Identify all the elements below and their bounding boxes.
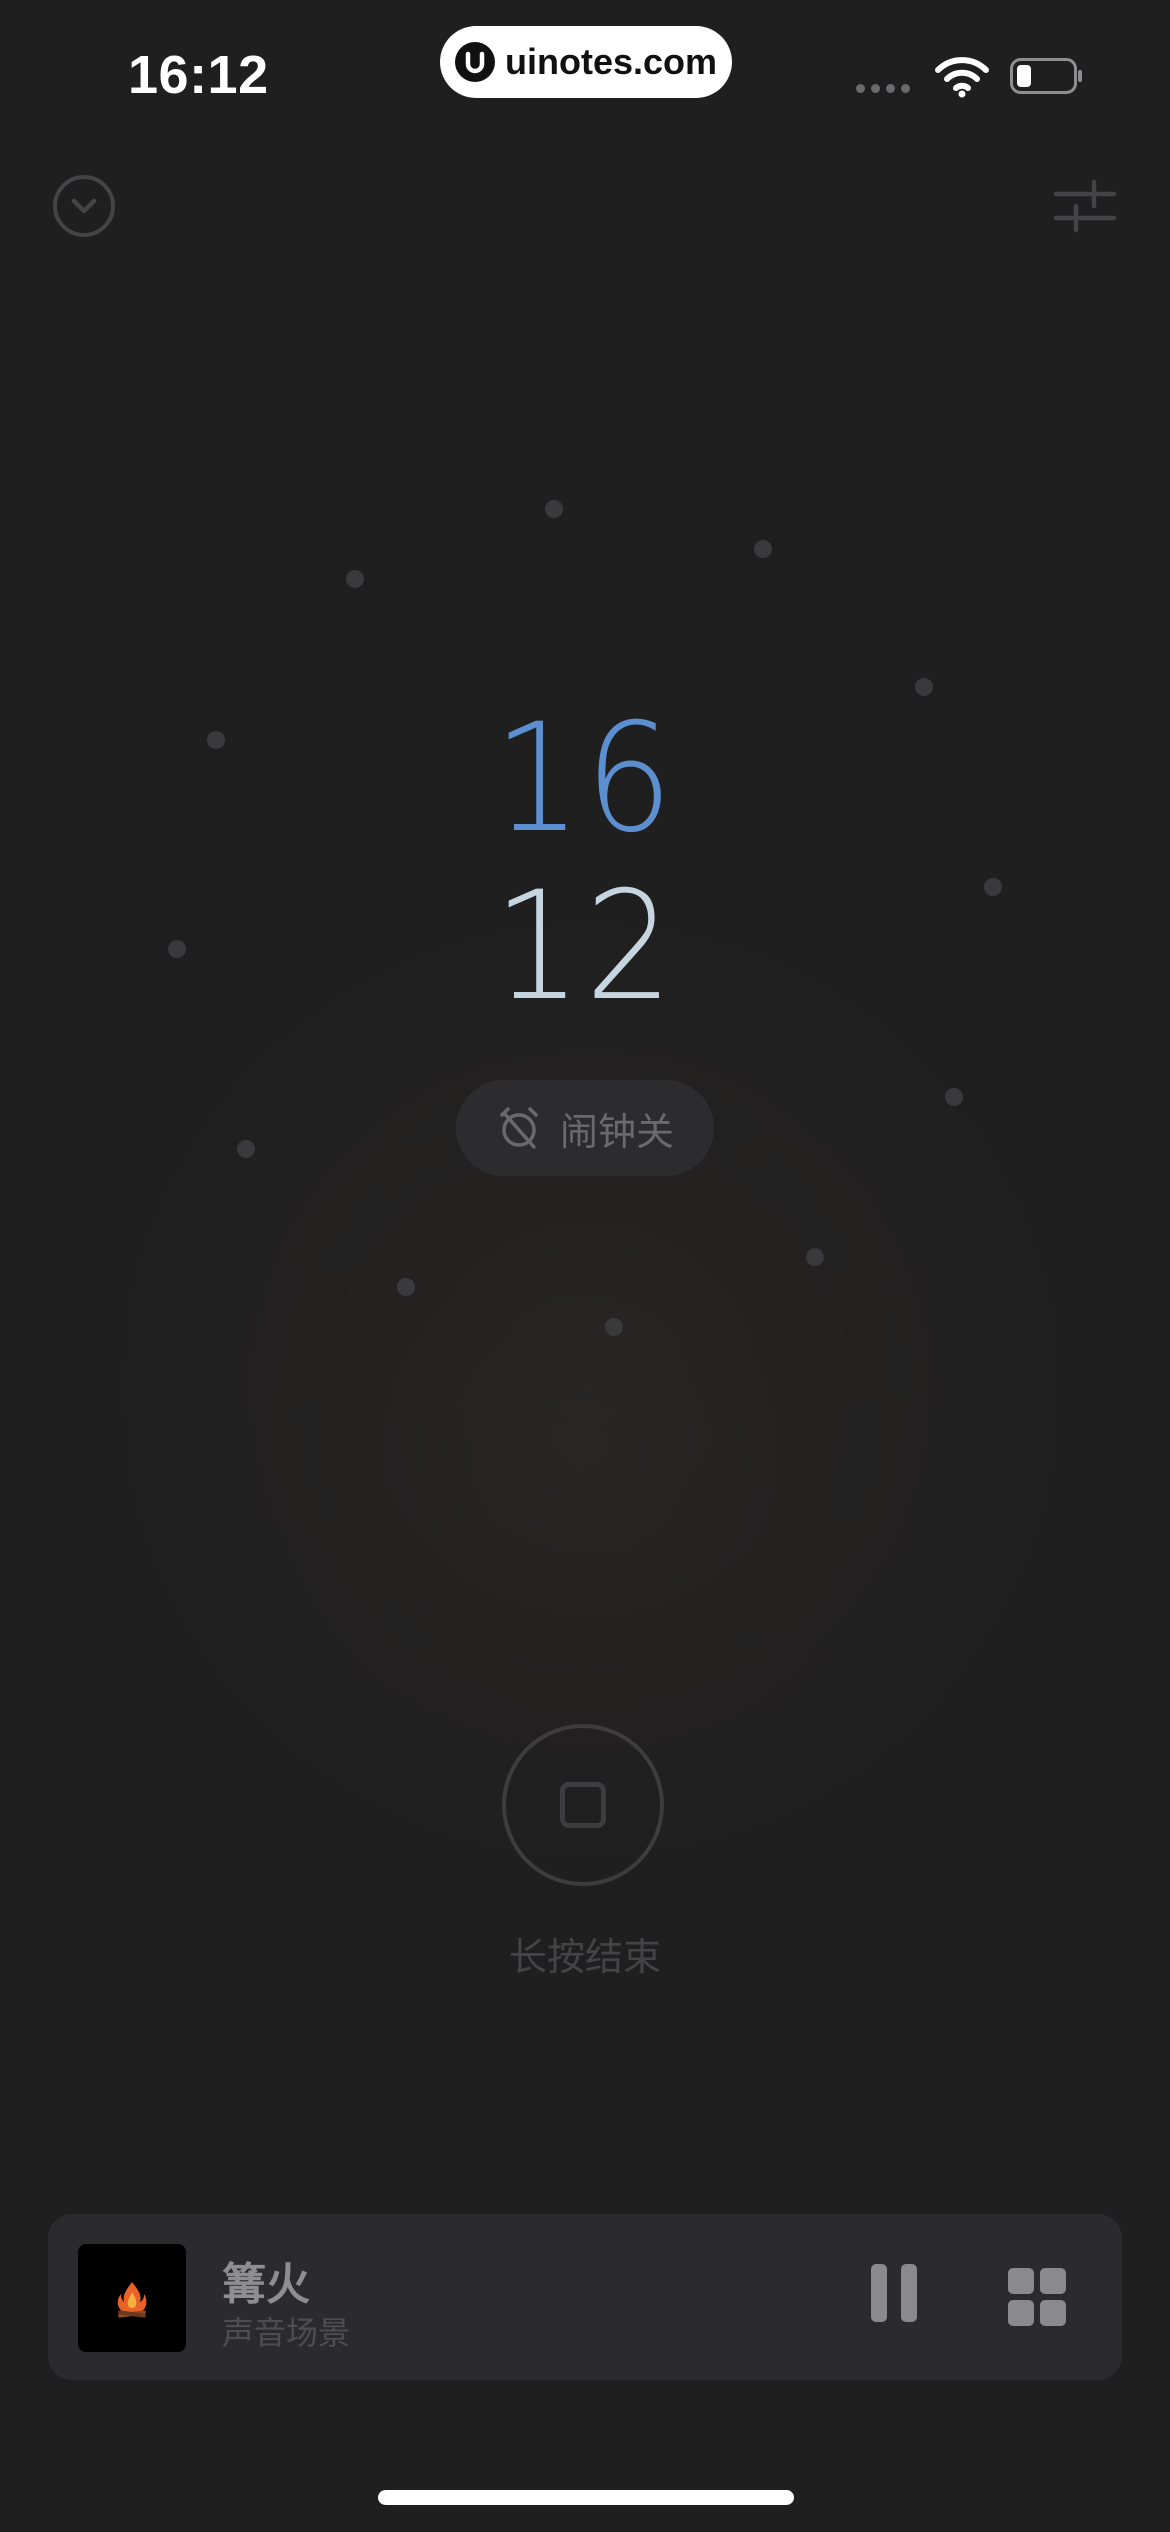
alarm-label: 闹钟关 [559,1109,674,1154]
pause-icon-bar [871,2264,887,2322]
star-dot [605,1318,623,1336]
background-glow-inner [230,1150,930,1750]
settings-button[interactable] [1054,178,1116,234]
clock-minute: 12 [493,860,677,1034]
site-logo-icon [454,42,495,82]
stop-icon [560,1782,606,1828]
wifi-icon [935,57,989,98]
mini-player[interactable]: 篝火 声音场景 [48,2214,1122,2380]
pause-icon-bar [901,2264,917,2322]
cellular-signal-icon [856,84,910,93]
star-dot [806,1248,824,1266]
star-dot [945,1088,963,1106]
battery-icon [1010,58,1082,94]
pause-button[interactable] [868,2264,920,2324]
stop-hint-label: 长按结束 [508,1935,661,1979]
clock-hour: 16 [493,692,677,866]
site-pill: uinotes.com [440,26,732,98]
star-dot [346,570,364,588]
star-dot [397,1278,415,1296]
site-label: uinotes.com [504,41,718,82]
star-dot [754,540,772,558]
campfire-icon [117,2282,147,2318]
star-dot [237,1140,255,1158]
status-time: 16:12 [128,45,269,105]
player-artwork [78,2244,186,2352]
alarm-off-icon [500,1107,538,1149]
grid-icon-cell [1008,2268,1034,2294]
player-title: 篝火 [222,2259,310,2310]
player-subtitle: 声音场景 [222,2314,351,2352]
grid-icon-cell [1040,2268,1066,2294]
alarm-toggle-button[interactable]: 闹钟关 [456,1080,714,1176]
stop-button[interactable] [502,1724,664,1886]
scene-grid-button[interactable] [1008,2268,1066,2326]
collapse-button[interactable] [52,174,116,238]
star-dot [545,500,563,518]
grid-icon-cell [1008,2300,1034,2326]
home-indicator[interactable] [378,2490,794,2505]
grid-icon-cell [1040,2300,1066,2326]
sleep-screen: 16:12 uinotes.com 16 12 闹钟关 长按结束 篝火 声音场景 [0,0,1170,2532]
